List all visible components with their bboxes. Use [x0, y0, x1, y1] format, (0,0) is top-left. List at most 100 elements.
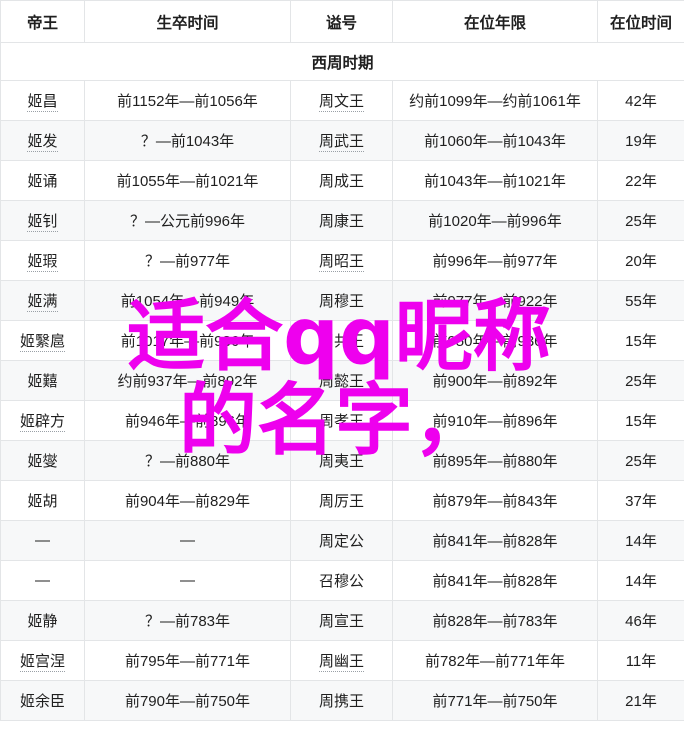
cell-reign-period: 前841年—前828年: [392, 520, 598, 561]
cell-reign-years: 25年: [597, 200, 684, 241]
cell-life: 前904年—前829年: [84, 480, 291, 521]
cell-name: 姬辟方: [0, 400, 85, 441]
cell-name: 姬静: [0, 600, 85, 641]
table-row: 姬静 ？—前783年 周宣王 前828年—前783年 46年: [0, 600, 684, 641]
cell-reign-years: 14年: [597, 560, 684, 601]
cell-reign-period: 前782年—前771年年: [392, 640, 598, 681]
entity-link[interactable]: 周幽王: [318, 653, 364, 672]
cell-reign-period: 约前1099年—约前1061年: [392, 80, 598, 121]
cell-reign-period: 前910年—前896年: [392, 400, 598, 441]
cell-name: 姬囏: [0, 360, 85, 401]
cell-name: 姬钊: [0, 200, 85, 241]
cell-life: 前946年—前896年: [84, 400, 291, 441]
column-header-reign-years: 在位时间: [597, 0, 684, 43]
cell-name: 姬昌: [0, 80, 85, 121]
entity-link[interactable]: 姬宫涅: [19, 653, 65, 672]
cell-name: 姬余臣: [0, 680, 85, 721]
cell-reign-years: 22年: [597, 160, 684, 201]
cell-posthumous: 召穆公: [290, 560, 393, 601]
cell-name: —: [0, 560, 85, 601]
cell-reign-years: 42年: [597, 80, 684, 121]
cell-reign-years: 37年: [597, 480, 684, 521]
cell-reign-years: 15年: [597, 400, 684, 441]
cell-reign-period: 前771年—前750年: [392, 680, 598, 721]
cell-reign-period: 前950年—前936年: [392, 320, 598, 361]
cell-life: 前1017年—前936年: [84, 320, 291, 361]
cell-reign-years: 11年: [597, 640, 684, 681]
cell-life: —: [84, 520, 291, 561]
table-row: 姬余臣 前790年—前750年 周携王 前771年—前750年 21年: [0, 680, 684, 721]
cell-life: ？—前977年: [84, 240, 291, 281]
cell-life: —: [84, 560, 291, 601]
cell-reign-years: 19年: [597, 120, 684, 161]
cell-life: ？—前880年: [84, 440, 291, 481]
table-row: 姬瑕 ？—前977年 周昭王 前996年—前977年 20年: [0, 240, 684, 281]
cell-posthumous: 周成王: [290, 160, 393, 201]
table-row: 姬诵 前1055年—前1021年 周成王 前1043年—前1021年 22年: [0, 160, 684, 201]
cell-posthumous: 周携王: [290, 680, 393, 721]
cell-reign-years: 14年: [597, 520, 684, 561]
column-header-posthumous: 谥号: [290, 0, 393, 43]
cell-reign-years: 20年: [597, 240, 684, 281]
entity-link[interactable]: 周文王: [318, 93, 364, 112]
cell-life: ？—前1043年: [84, 120, 291, 161]
entity-link[interactable]: 姬发: [27, 133, 58, 152]
entity-link[interactable]: 姬钊: [27, 213, 58, 232]
entity-link[interactable]: 周武王: [318, 133, 364, 152]
cell-reign-period: 前900年—前892年: [392, 360, 598, 401]
entity-link[interactable]: 姬繄扈: [19, 333, 65, 352]
section-header-row: 西周时期: [0, 42, 684, 81]
cell-reign-period: 前841年—前828年: [392, 560, 598, 601]
table-row: 姬燮 ？—前880年 周夷王 前895年—前880年 25年: [0, 440, 684, 481]
cell-life: 约前937年—前892年: [84, 360, 291, 401]
table-row: — — 召穆公 前841年—前828年 14年: [0, 560, 684, 601]
entity-link[interactable]: 姬昌: [27, 93, 58, 112]
cell-reign-years: 25年: [597, 440, 684, 481]
entity-link[interactable]: 姬辟方: [19, 413, 65, 432]
table-header: 帝王 生卒时间 谥号 在位年限 在位时间: [0, 0, 684, 43]
cell-name: 姬诵: [0, 160, 85, 201]
section-title: 西周时期: [0, 42, 684, 81]
cell-name: 姬瑕: [0, 240, 85, 281]
cell-reign-period: 前1060年—前1043年: [392, 120, 598, 161]
cell-reign-period: 前879年—前843年: [392, 480, 598, 521]
cell-life: 前1054年—前949年: [84, 280, 291, 321]
cell-reign-period: 前828年—前783年: [392, 600, 598, 641]
cell-reign-period: 前996年—前977年: [392, 240, 598, 281]
table-row: 姬宫涅 前795年—前771年 周幽王 前782年—前771年年 11年: [0, 640, 684, 681]
cell-life: 前1055年—前1021年: [84, 160, 291, 201]
table-row: 姬胡 前904年—前829年 周厉王 前879年—前843年 37年: [0, 480, 684, 521]
cell-reign-years: 15年: [597, 320, 684, 361]
column-header-life: 生卒时间: [84, 0, 291, 43]
cell-name: 姬燮: [0, 440, 85, 481]
cell-reign-years: 21年: [597, 680, 684, 721]
cell-name: —: [0, 520, 85, 561]
cell-posthumous: 周武王: [290, 120, 393, 161]
table-row: 姬满 前1054年—前949年 周穆王 前977年—前922年 55年: [0, 280, 684, 321]
table-row: 姬辟方 前946年—前896年 周孝王 前910年—前896年 15年: [0, 400, 684, 441]
cell-name: 姬发: [0, 120, 85, 161]
cell-reign-period: 前977年—前922年: [392, 280, 598, 321]
cell-posthumous: 周共王: [290, 320, 393, 361]
cell-posthumous: 周文王: [290, 80, 393, 121]
cell-posthumous: 周夷王: [290, 440, 393, 481]
entity-link[interactable]: 周昭王: [318, 253, 364, 272]
table-row: 姬囏 约前937年—前892年 周懿王 前900年—前892年 25年: [0, 360, 684, 401]
cell-life: ？—前783年: [84, 600, 291, 641]
cell-life: ？—公元前996年: [84, 200, 291, 241]
cell-posthumous: 周定公: [290, 520, 393, 561]
cell-life: 前1152年—前1056年: [84, 80, 291, 121]
cell-reign-years: 25年: [597, 360, 684, 401]
entity-link[interactable]: 姬瑕: [27, 253, 58, 272]
emperor-table: 帝王 生卒时间 谥号 在位年限 在位时间 西周时期 姬昌 前1152年—前1056…: [0, 0, 684, 721]
cell-life: 前790年—前750年: [84, 680, 291, 721]
entity-link[interactable]: 姬满: [27, 293, 58, 312]
emperor-table-container: 帝王 生卒时间 谥号 在位年限 在位时间 西周时期 姬昌 前1152年—前1056…: [0, 0, 684, 743]
cell-posthumous: 周康王: [290, 200, 393, 241]
cell-name: 姬繄扈: [0, 320, 85, 361]
column-header-reign-period: 在位年限: [392, 0, 598, 43]
table-body: 西周时期 姬昌 前1152年—前1056年 周文王 约前1099年—约前1061年 42…: [0, 42, 684, 721]
cell-reign-period: 前1020年—前996年: [392, 200, 598, 241]
table-row: — — 周定公 前841年—前828年 14年: [0, 520, 684, 561]
cell-name: 姬宫涅: [0, 640, 85, 681]
